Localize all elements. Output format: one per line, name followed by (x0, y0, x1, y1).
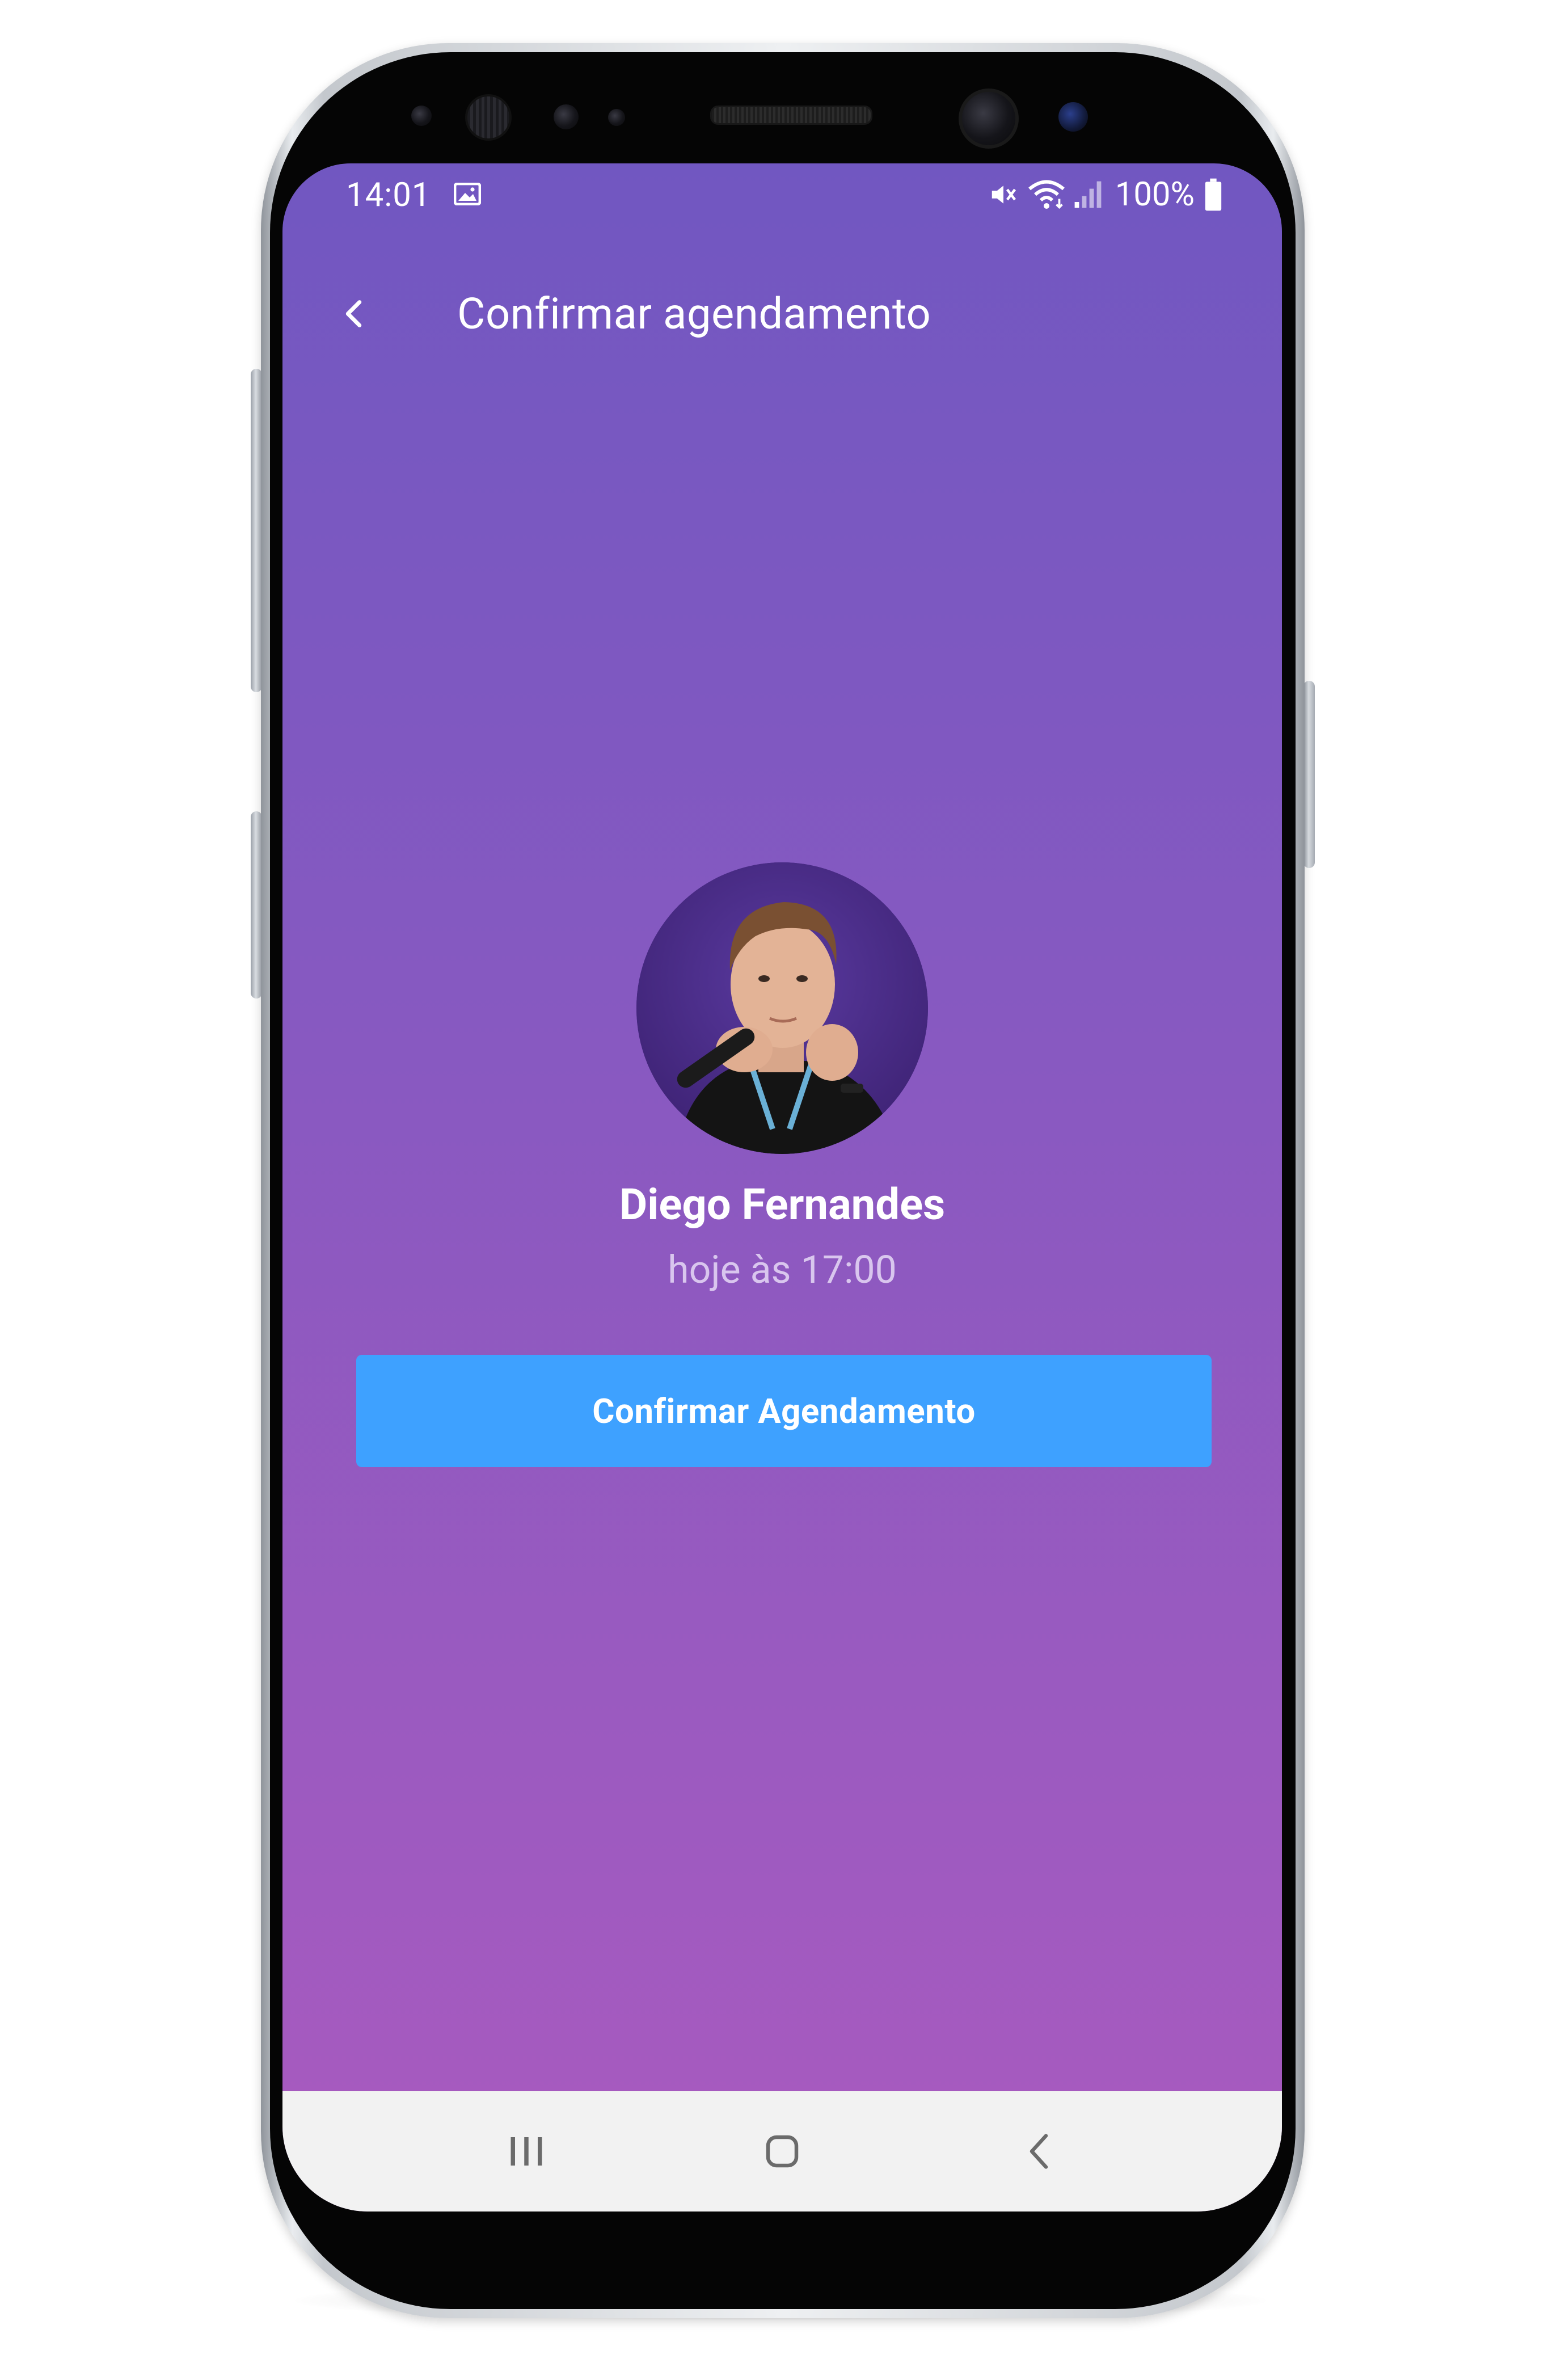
wifi-icon (1028, 180, 1065, 209)
light-sensor (554, 104, 579, 129)
earpiece-speaker (710, 106, 872, 125)
bixby-button (251, 369, 262, 692)
status-bar: 14:01 100% (282, 163, 1282, 226)
battery-percent: 100% (1115, 175, 1195, 214)
appointment-time: hoje às 17:00 (668, 1247, 897, 1292)
provider-avatar (636, 862, 928, 1154)
app-screen: 14:01 100% Confirmar agendamento Diego F… (282, 163, 1282, 2211)
chevron-left-icon[interactable] (335, 294, 374, 334)
led-sensor (608, 109, 625, 126)
confirm-appointment-button[interactable]: Confirmar Agendamento (356, 1355, 1212, 1467)
signal-icon (1074, 181, 1102, 208)
proximity-sensor (411, 106, 432, 126)
avatar-image (636, 862, 928, 1154)
home-icon[interactable] (754, 2123, 811, 2180)
app-header: Confirmar agendamento (282, 271, 1282, 356)
volume-button (251, 811, 262, 999)
iris-camera (1058, 102, 1088, 132)
stage: 14:01 100% Confirmar agendamento Diego F… (0, 0, 1561, 2380)
battery-icon (1205, 178, 1222, 211)
status-time: 14:01 (346, 176, 431, 214)
provider-name: Diego Fernandes (619, 1179, 946, 1230)
back-icon[interactable] (1012, 2123, 1069, 2180)
android-nav-bar (282, 2091, 1282, 2211)
status-icons: 100% (988, 175, 1223, 214)
page-title: Confirmar agendamento (457, 288, 931, 339)
iris-sensor (465, 94, 512, 141)
power-button (1303, 681, 1315, 868)
recent-apps-icon[interactable] (498, 2123, 555, 2180)
mute-icon (992, 186, 1016, 204)
image-icon (454, 183, 481, 205)
front-camera (959, 89, 1019, 149)
